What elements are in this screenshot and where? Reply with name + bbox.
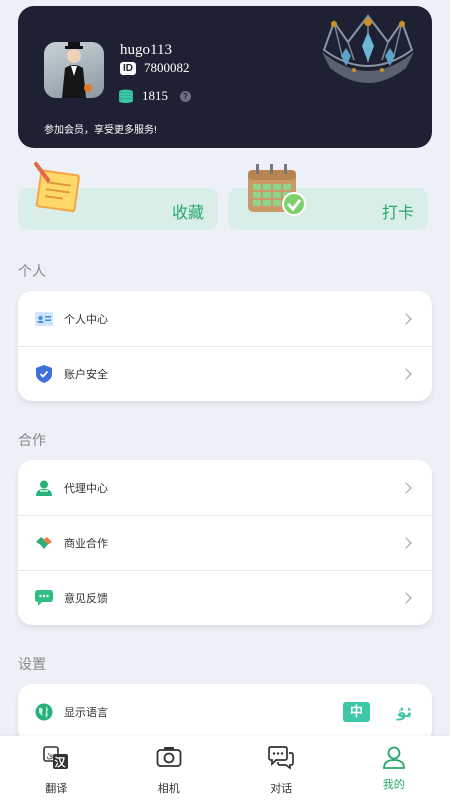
menu-item-label: 显示语言 [64, 706, 108, 719]
menu-item-display-language[interactable]: 显示语言 中 ئۇ [18, 684, 432, 739]
tab-chat[interactable]: 对话 [225, 736, 338, 800]
agent-icon [34, 478, 54, 498]
checkin-label: 打卡 [381, 205, 414, 222]
personal-card: 个人中心 账户安全 [18, 291, 432, 401]
tab-camera[interactable]: 相机 [113, 736, 226, 800]
profile-card[interactable]: hugo113 ID 7800082 1815 ? 参加会员，享受更多服务! [18, 6, 432, 148]
svg-text:ئ: ئ [47, 751, 54, 761]
chevron-right-icon [400, 481, 412, 494]
coins-row: 1815 ? [118, 88, 191, 104]
language-option-chinese[interactable]: 中 [343, 701, 370, 722]
svg-text:汉: 汉 [55, 755, 67, 769]
favorites-button[interactable]: 收藏 [18, 162, 218, 230]
favorites-label: 收藏 [171, 205, 204, 222]
tab-label: 我的 [382, 779, 405, 791]
menu-item-label: 个人中心 [64, 313, 108, 326]
tab-label: 相机 [157, 783, 180, 795]
help-icon[interactable]: ? [180, 90, 191, 102]
id-tag: ID [120, 61, 136, 75]
settings-card: 显示语言 中 ئۇ [18, 684, 432, 744]
id-card-icon [34, 309, 54, 329]
menu-item-label: 代理中心 [64, 482, 108, 495]
section-title-cooperation: 合作 [18, 432, 46, 448]
menu-item-label: 商业合作 [64, 538, 108, 550]
chevron-right-icon [400, 592, 412, 604]
menu-item-business-cooperation[interactable]: 商业合作 [18, 515, 432, 570]
menu-item-label: 账户安全 [64, 369, 108, 381]
cooperation-card: 代理中心 商业合作 意见反馈 [18, 460, 432, 625]
user-id-row: ID 7800082 [120, 60, 190, 76]
chevron-right-icon [400, 368, 412, 380]
camera-icon [156, 747, 182, 767]
username: hugo113 [120, 42, 172, 58]
avatar[interactable] [44, 42, 104, 98]
coins-icon [119, 89, 133, 103]
checkin-button[interactable]: 打卡 [228, 164, 428, 230]
coins-value: 1815 [142, 88, 168, 103]
feedback-chat-icon [34, 588, 54, 608]
menu-item-feedback[interactable]: 意见反馈 [18, 570, 432, 625]
section-title-personal: 个人 [18, 263, 46, 279]
menu-item-agent-center[interactable]: 代理中心 [18, 460, 432, 515]
user-id-value: 7800082 [144, 60, 190, 75]
chevron-right-icon [400, 537, 412, 549]
user-icon [382, 746, 405, 769]
globe-icon [34, 702, 54, 722]
avatar-figure-icon [62, 42, 92, 98]
shield-icon [34, 364, 54, 384]
handshake-icon [34, 533, 54, 553]
menu-item-account-security[interactable]: 账户安全 [18, 346, 432, 401]
notepad-icon [34, 162, 80, 213]
bottom-tab-bar: ئ 汉 翻译 相机 对话 我的 [0, 736, 450, 800]
menu-item-personal-center[interactable]: 个人中心 [18, 291, 432, 346]
chevron-right-icon [400, 312, 412, 325]
tab-profile[interactable]: 我的 [338, 736, 450, 800]
chat-icon [268, 746, 295, 770]
tab-label: 翻译 [45, 783, 68, 795]
menu-item-label: 意见反馈 [64, 593, 108, 605]
membership-prompt[interactable]: 参加会员，享受更多服务! [44, 121, 157, 136]
calendar-check-icon [248, 164, 306, 216]
section-title-settings: 设置 [18, 656, 46, 672]
translate-icon: ئ 汉 [43, 746, 69, 769]
tab-translate[interactable]: ئ 汉 翻译 [0, 736, 113, 800]
crown-icon [322, 14, 414, 83]
tab-label: 对话 [270, 783, 293, 795]
language-option-uyghur[interactable]: ئۇ [397, 703, 412, 721]
